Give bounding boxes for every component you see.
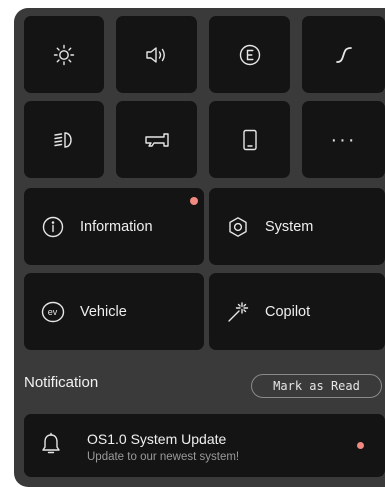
more-button[interactable]: ··· — [302, 101, 385, 178]
control-panel: ··· Information System ev Vehicle Copilo… — [14, 8, 385, 487]
phone-icon — [242, 129, 258, 151]
notification-subtitle: Update to our newest system! — [87, 451, 240, 463]
eco-mode-icon — [239, 44, 261, 66]
brightness-icon — [53, 44, 75, 66]
notification-item[interactable]: OS1.0 System Update Update to our newest… — [24, 414, 385, 477]
phone-button[interactable] — [209, 101, 290, 178]
horn-icon — [144, 131, 170, 149]
information-button[interactable]: Information — [24, 188, 204, 265]
eco-mode-button[interactable] — [209, 16, 290, 93]
volume-icon — [145, 45, 169, 65]
system-label: System — [265, 218, 314, 235]
bell-icon — [41, 432, 61, 461]
information-unread-badge — [190, 197, 198, 205]
ev-icon: ev — [40, 299, 66, 325]
ev-icon-text: ev — [48, 307, 58, 317]
headlight-button[interactable] — [24, 101, 104, 178]
information-label: Information — [80, 218, 153, 235]
vehicle-label: Vehicle — [80, 303, 127, 320]
drive-curve-button[interactable] — [302, 16, 385, 93]
notification-title: OS1.0 System Update — [87, 431, 227, 447]
copilot-label: Copilot — [265, 303, 311, 320]
system-button[interactable]: System — [209, 188, 385, 265]
horn-button[interactable] — [116, 101, 197, 178]
drive-curve-icon — [334, 45, 354, 65]
vehicle-button[interactable]: ev Vehicle — [24, 273, 204, 350]
notification-heading: Notification — [24, 374, 99, 391]
volume-button[interactable] — [116, 16, 197, 93]
magic-wand-icon — [225, 299, 251, 325]
more-icon: ··· — [330, 128, 357, 151]
copilot-button[interactable]: Copilot — [209, 273, 385, 350]
system-hexagon-icon — [225, 214, 251, 240]
headlight-icon — [52, 130, 76, 150]
mark-as-read-button[interactable]: Mark as Read — [251, 374, 382, 398]
brightness-button[interactable] — [24, 16, 104, 93]
info-icon — [40, 214, 66, 240]
notification-unread-dot — [357, 442, 364, 449]
